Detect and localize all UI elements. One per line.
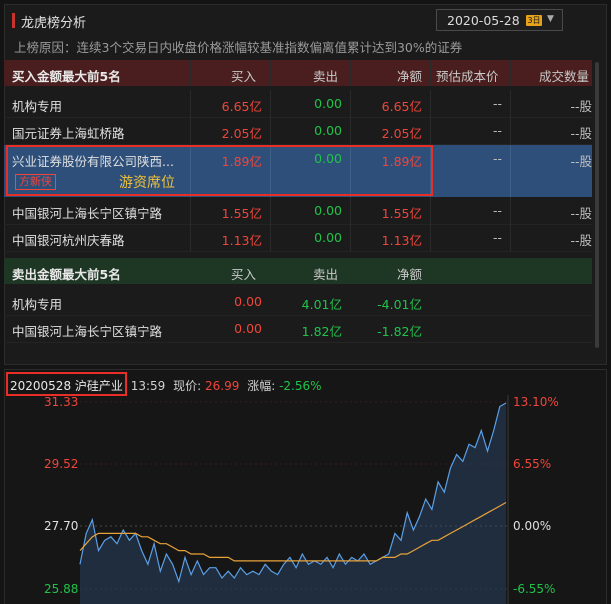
price-area bbox=[80, 403, 506, 604]
intraday-plot[interactable] bbox=[0, 0, 611, 604]
